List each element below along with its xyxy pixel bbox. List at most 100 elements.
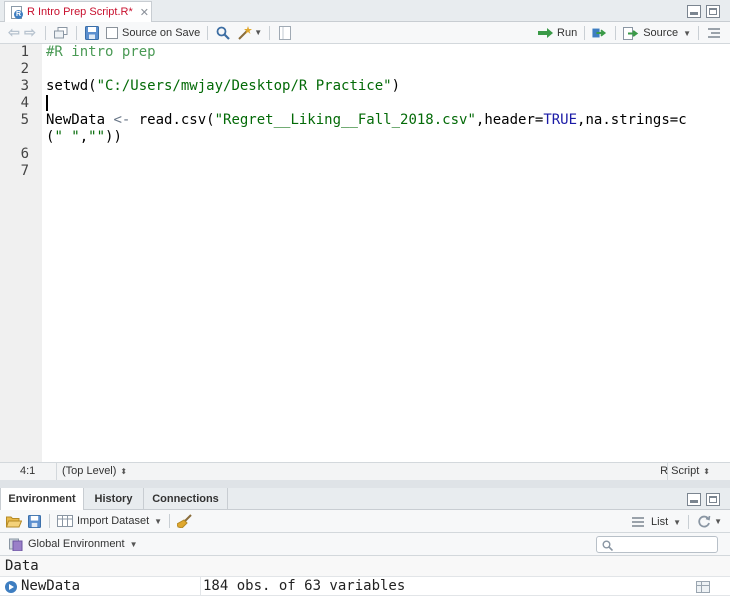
code-line-1: #R intro prep — [46, 44, 156, 61]
editor-window-controls — [687, 5, 720, 18]
variable-summary: 184 obs. of 63 variables — [203, 578, 406, 594]
code-string: "Regret__Liking__Fall_2018.csv" — [214, 112, 476, 128]
save-icon[interactable] — [84, 25, 100, 41]
toolbar-divider — [615, 26, 617, 40]
environment-tabbar: Environment History Connections — [0, 488, 730, 510]
toolbar-divider — [169, 514, 171, 528]
editor-toolbar: ⇦ ⇨ Source on Save ▼ Run Source ▼ — [0, 22, 730, 44]
run-button[interactable]: Run — [538, 27, 577, 39]
go-back-button[interactable]: ⇦ — [6, 24, 22, 40]
outline-menu-icon[interactable] — [706, 25, 722, 41]
source-file-icon — [623, 26, 639, 40]
editor-status-bar: 4:1 (Top Level) ⬍ R Script ⬍ — [0, 462, 730, 481]
variable-name[interactable]: NewData — [21, 577, 80, 596]
code-tools-wand-icon[interactable] — [237, 25, 253, 41]
line-number: 7 — [20, 163, 29, 179]
code-token: setwd( — [46, 78, 97, 94]
expand-play-icon[interactable] — [5, 581, 17, 593]
code-token: NewData — [46, 112, 114, 128]
broom-clear-icon[interactable] — [177, 513, 193, 529]
environment-toolbar-right: List ▼ ▼ — [630, 510, 722, 533]
environment-search-input[interactable] — [596, 536, 718, 553]
line-number: 5 — [20, 112, 29, 128]
chevron-down-icon: ▼ — [673, 517, 682, 527]
view-mode-selector[interactable]: List ▼ — [651, 516, 681, 528]
show-in-window-icon[interactable] — [53, 25, 69, 41]
source-label: Source — [643, 27, 679, 39]
view-data-grid-icon[interactable] — [696, 581, 710, 593]
up-down-chevron-icon: ⬍ — [703, 467, 710, 476]
run-arrow-icon — [538, 28, 554, 38]
toolbar-divider — [207, 25, 209, 40]
toolbar-divider — [688, 514, 690, 529]
editor-tabbar: R R Intro Prep Script.R* ✕ — [0, 0, 730, 22]
code-token: , — [79, 129, 89, 145]
global-environment-label: Global Environment — [28, 538, 125, 550]
table-row[interactable]: NewData 184 obs. of 63 variables — [0, 576, 730, 596]
code-token: )) — [105, 129, 122, 145]
code-token: ) — [391, 78, 401, 94]
minimize-pane-button[interactable] — [687, 493, 701, 506]
rerun-region-icon[interactable] — [592, 25, 608, 41]
maximize-pane-button[interactable] — [706, 493, 720, 506]
compile-report-icon[interactable] — [277, 25, 293, 41]
up-down-chevron-icon: ⬍ — [120, 467, 128, 476]
editor-toolbar-right: Run Source ▼ — [538, 22, 722, 44]
line-number: 4 — [20, 95, 29, 111]
close-tab-icon[interactable]: ✕ — [140, 6, 149, 19]
tab-history[interactable]: History — [84, 488, 144, 510]
line-number: 2 — [20, 61, 29, 77]
r-script-file-icon: R — [11, 5, 23, 19]
pane-splitter[interactable] — [0, 480, 730, 488]
list-view-icon — [630, 514, 646, 530]
code-operator: <- — [113, 112, 131, 128]
import-dataset-button[interactable]: Import Dataset ▼ — [57, 515, 162, 527]
minimize-pane-button[interactable] — [687, 5, 701, 18]
environment-toolbar: Import Dataset ▼ List ▼ ▼ — [0, 510, 730, 533]
chevron-down-icon[interactable]: ▼ — [254, 28, 262, 37]
save-workspace-icon[interactable] — [26, 513, 42, 529]
code-editor[interactable]: 1 2 3 4 5 6 7 #R intro prep setwd("C:/Us… — [0, 44, 730, 462]
global-environment-selector[interactable]: Global Environment ▼ — [28, 538, 138, 550]
source-on-save-toggle[interactable]: Source on Save — [106, 26, 200, 39]
chevron-down-icon[interactable]: ▼ — [714, 517, 722, 526]
search-icon[interactable] — [215, 25, 231, 41]
r-environment-icon — [8, 536, 24, 552]
code-keyword: TRUE — [543, 112, 578, 128]
source-on-save-checkbox[interactable] — [106, 26, 118, 39]
tab-connections[interactable]: Connections — [144, 488, 228, 510]
environment-window-controls — [687, 493, 720, 506]
open-folder-icon[interactable] — [6, 513, 22, 529]
run-label: Run — [557, 27, 578, 39]
data-section-header: Data — [0, 556, 730, 576]
chevron-down-icon: ▼ — [129, 540, 138, 549]
text-cursor — [46, 95, 48, 111]
toolbar-divider — [698, 26, 699, 40]
chevron-down-icon: ▼ — [154, 516, 163, 526]
toolbar-divider — [45, 25, 46, 40]
scope-selector[interactable]: (Top Level) ⬍ — [62, 465, 127, 477]
document-tab[interactable]: R R Intro Prep Script.R* ✕ — [4, 1, 152, 22]
column-divider — [200, 577, 201, 596]
import-dataset-label: Import Dataset — [77, 515, 150, 527]
code-string: "C:/Users/mwjay/Desktop/R Practice" — [96, 78, 392, 94]
code-token: ,na.strings=c — [577, 112, 687, 128]
toolbar-divider — [76, 25, 77, 40]
chevron-down-icon[interactable]: ▼ — [683, 29, 691, 38]
line-number: 6 — [20, 146, 29, 162]
code-line-5: NewData <- read.csv("Regret__Liking__Fal… — [46, 112, 687, 129]
code-token: ,header= — [475, 112, 544, 128]
code-line-5-wrapped: (" ","")) — [46, 129, 122, 146]
code-string: " " — [54, 129, 80, 145]
tab-environment[interactable]: Environment — [0, 488, 84, 510]
maximize-pane-button[interactable] — [706, 5, 720, 18]
line-number: 1 — [20, 44, 29, 60]
toolbar-divider — [269, 25, 271, 40]
refresh-icon[interactable] — [696, 514, 712, 530]
search-icon — [602, 540, 613, 551]
toolbar-divider — [584, 26, 586, 40]
file-type-selector[interactable]: R Script ⬍ — [660, 465, 710, 477]
go-forward-button[interactable]: ⇨ — [22, 24, 38, 40]
code-string: "" — [88, 129, 106, 145]
source-button[interactable]: Source ▼ — [623, 26, 691, 40]
